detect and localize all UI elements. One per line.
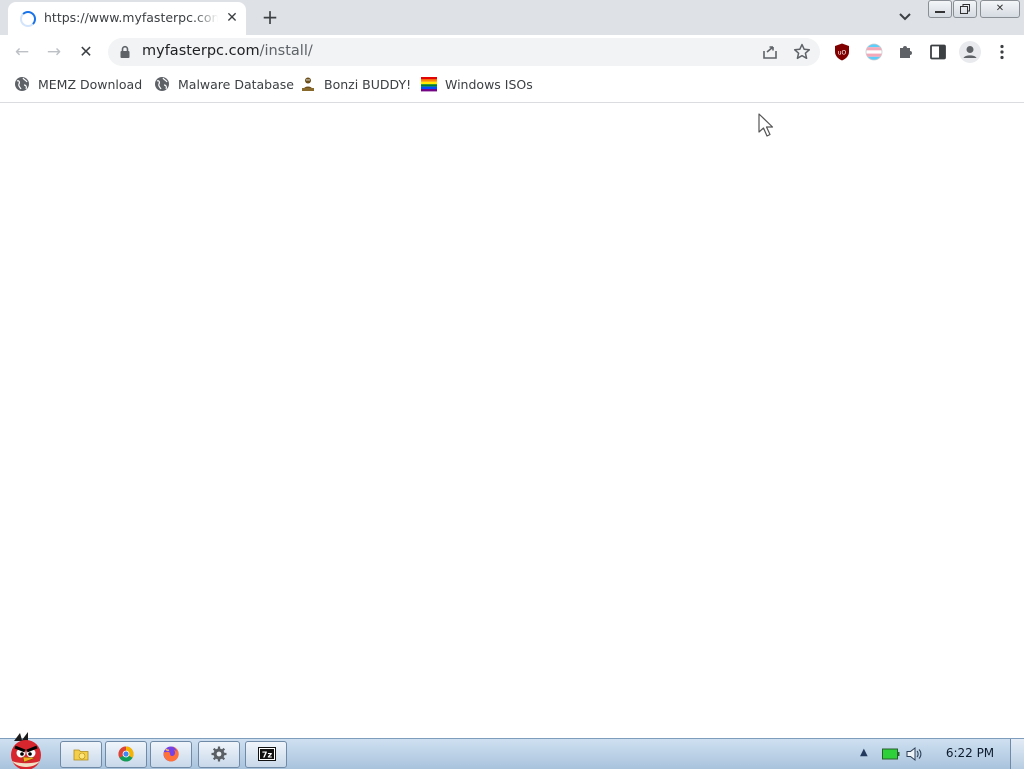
browser-tab[interactable]: https://www.myfasterpc.com/install/ ✕ [8, 2, 246, 35]
restore-icon [960, 4, 970, 14]
window-controls: ✕ [928, 0, 1020, 18]
stop-loading-button[interactable]: ✕ [74, 40, 98, 64]
battery-icon[interactable] [882, 748, 900, 760]
globe-icon [15, 77, 29, 91]
angry-bird-icon[interactable] [0, 731, 54, 769]
bookmark-label: Bonzi BUDDY! [324, 77, 412, 92]
chrome-icon [118, 746, 134, 762]
lock-icon[interactable] [118, 45, 132, 59]
gear-icon [211, 746, 227, 762]
bookmark-label: Windows ISOs [445, 77, 533, 92]
profile-icon[interactable] [958, 40, 982, 64]
back-button[interactable]: ← [10, 40, 34, 64]
close-icon: ✕ [995, 3, 1005, 14]
bookmark-malware-database[interactable]: Malware Database [154, 75, 294, 95]
url-path: /install/ [259, 43, 313, 59]
restore-button[interactable] [953, 0, 977, 18]
side-panel-icon[interactable] [928, 42, 948, 62]
show-desktop-button[interactable] [1010, 739, 1024, 769]
bookmark-memz-download[interactable]: MEMZ Download [14, 75, 144, 95]
svg-text:uO: uO [838, 50, 847, 57]
taskbar-clock[interactable]: 6:22 PM [938, 746, 1002, 760]
url-host: myfasterpc.com [142, 43, 260, 59]
sevenzip-label: 7z [262, 751, 273, 760]
menu-icon[interactable] [992, 42, 1012, 62]
minimize-icon [935, 11, 945, 13]
globe-icon [155, 77, 169, 91]
loading-spinner-icon [20, 11, 36, 27]
firefox-icon [163, 746, 179, 762]
bonzi-icon [302, 77, 314, 91]
share-icon[interactable] [760, 42, 780, 62]
chevron-down-icon [899, 13, 911, 21]
url-text[interactable]: myfasterpc.com/install/ [142, 43, 313, 59]
bookmark-bonzi-buddy[interactable]: Bonzi BUDDY! [300, 75, 412, 95]
bookmark-label: Malware Database [178, 77, 294, 92]
tab-title: https://www.myfasterpc.com/install/ [44, 10, 218, 28]
browser-toolbar: ← → ✕ myfasterpc.com/install/ uO [0, 35, 1024, 69]
taskbar-firefox-button[interactable] [150, 741, 192, 768]
forward-button[interactable]: → [42, 40, 66, 64]
taskbar: 7z ▲ 6:22 PM [0, 732, 1024, 769]
folder-icon [73, 749, 89, 761]
page-content[interactable] [0, 103, 1024, 738]
rainbow-flag-icon [421, 77, 437, 92]
new-tab-button[interactable]: + [258, 5, 282, 29]
ublock-icon[interactable]: uO [832, 42, 852, 62]
bookmarks-bar: MEMZ Download Malware Database Bonzi BUD… [0, 69, 1024, 103]
taskbar-chrome-button[interactable] [105, 741, 147, 768]
mouse-cursor-icon [758, 113, 774, 137]
tray-expand-button[interactable]: ▲ [860, 747, 868, 758]
bookmark-label: MEMZ Download [38, 77, 143, 92]
minimize-button[interactable] [928, 0, 952, 18]
taskbar-explorer-button[interactable] [60, 741, 102, 768]
tab-search-button[interactable] [894, 6, 916, 28]
volume-icon[interactable] [906, 746, 924, 762]
taskbar-7zip-button[interactable]: 7z [245, 741, 287, 768]
star-icon[interactable] [792, 42, 812, 62]
bookmark-windows-isos[interactable]: Windows ISOs [421, 75, 535, 95]
sevenzip-icon: 7z [258, 747, 276, 761]
puzzle-icon[interactable] [896, 42, 916, 62]
address-bar[interactable]: myfasterpc.com/install/ [108, 38, 820, 66]
extension-flag-icon[interactable] [864, 42, 884, 62]
taskbar-settings-button[interactable] [198, 741, 240, 768]
tab-strip: https://www.myfasterpc.com/install/ ✕ + … [0, 0, 1024, 35]
tab-close-button[interactable]: ✕ [222, 8, 242, 28]
window-close-button[interactable]: ✕ [980, 0, 1020, 18]
